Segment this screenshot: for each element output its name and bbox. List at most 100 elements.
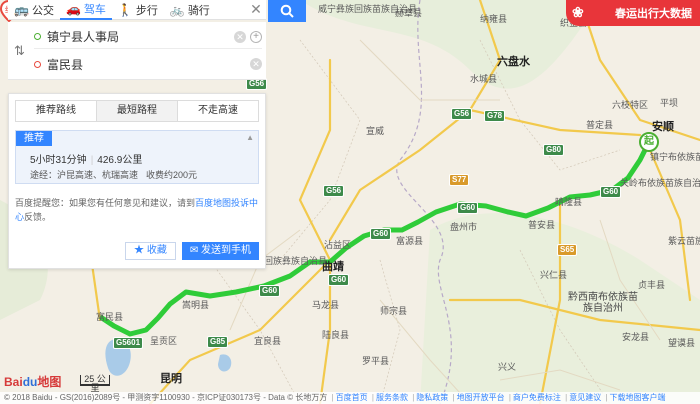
map-place-label[interactable]: 安顺	[652, 122, 674, 133]
panel-actions: ★ 收藏 ✉ 发送到手机	[125, 242, 259, 260]
map-place-label[interactable]: 马龙县	[312, 300, 339, 311]
route-time: 5小时31分钟	[30, 155, 87, 166]
map-place-label[interactable]: 望谟县	[668, 338, 695, 349]
tab-avoid-highway[interactable]: 不走高速	[178, 101, 258, 121]
start-field[interactable]: 镇宁县人事局 ✕ +	[34, 25, 262, 49]
search-icon	[280, 4, 294, 18]
swap-icon[interactable]: ⇅	[14, 43, 25, 59]
map-place-label[interactable]: 陆良县	[322, 330, 349, 341]
car-icon: 🚗	[65, 1, 81, 16]
end-field-value: 富民县	[47, 57, 84, 72]
map-place-label[interactable]: 普安县	[528, 220, 555, 231]
divider: |	[412, 393, 415, 402]
road-shield: G60	[328, 274, 350, 286]
map-place-label[interactable]: 平坝	[660, 98, 678, 109]
tab-recommended[interactable]: 推荐路线	[16, 101, 97, 121]
star-icon: ★	[134, 245, 145, 256]
start-field-value: 镇宁县人事局	[47, 30, 120, 44]
map-place-label[interactable]: 宜良县	[254, 336, 281, 347]
map-place-label[interactable]: 呈贡区	[150, 336, 177, 347]
collapse-arrow-icon[interactable]: ▲	[246, 133, 254, 142]
bus-icon: 🚌	[14, 2, 29, 17]
copyright-footer: © 2018 Baidu - GS(2016)2089号 - 甲测资字11009…	[0, 392, 700, 404]
end-dot-icon	[34, 60, 41, 68]
footer-link-privacy[interactable]: 隐私政策	[416, 393, 448, 402]
mode-bike[interactable]: 🚲 骑行	[164, 0, 216, 20]
footer-link-terms[interactable]: 服务条款	[376, 393, 408, 402]
walk-icon: 🚶	[117, 2, 133, 17]
divider: |	[452, 393, 455, 402]
route-summary: 5小时31分钟 | 426.9公里	[30, 151, 142, 166]
mode-car-label: 驾车	[83, 3, 106, 16]
footer-link-open-platform[interactable]: 地图开放平台	[457, 393, 505, 402]
map-place-label[interactable]: 兴仁县	[540, 270, 567, 281]
footer-link-home[interactable]: 百度首页	[336, 393, 368, 402]
map-place-label[interactable]: 六盘水	[497, 57, 530, 68]
map-place-label[interactable]: 紫云苗族布依族自治县	[668, 236, 700, 247]
road-shield: G60	[600, 186, 622, 198]
road-shield: G56	[323, 185, 345, 197]
tip-prefix: 百度提醒您：如果您有任何意见和建议，请到	[15, 198, 196, 208]
map-place-label[interactable]: 普定县	[586, 120, 613, 131]
map-place-label[interactable]: 黔西南布依族苗族自治州	[567, 292, 639, 314]
map-place-label[interactable]: 嵩明县	[182, 300, 209, 311]
route-option-card[interactable]: 推荐 ▲ 5小时31分钟 | 426.9公里 途经：沪昆高速、杭瑞高速 收费约200元	[15, 130, 259, 184]
map-place-label[interactable]: 富源县	[396, 236, 423, 247]
road-shield: G60	[370, 228, 392, 240]
close-icon[interactable]: ✕	[246, 1, 266, 18]
divider: |	[605, 393, 608, 402]
favorite-button-label: 收藏	[146, 245, 167, 256]
tab-shortest[interactable]: 最短路程	[97, 101, 178, 121]
mode-walk[interactable]: 🚶 步行	[112, 0, 164, 20]
route-start-marker[interactable]: 起	[639, 132, 659, 152]
favorite-button[interactable]: ★ 收藏	[125, 242, 176, 260]
transport-mode-bar: 🚌 公交 🚗 驾车 🚶 步行 🚲 骑行 ✕	[8, 0, 266, 20]
map-place-label[interactable]: 镇宁布依族苗族自治县	[650, 152, 700, 163]
map-place-label[interactable]: 兴义	[498, 362, 516, 373]
search-button[interactable]	[268, 0, 306, 22]
end-field[interactable]: 富民县 ✕	[34, 52, 262, 76]
send-icon: ✉	[189, 245, 199, 256]
map-place-label[interactable]: 水城县	[470, 74, 497, 85]
map-place-label[interactable]: 盘州市	[450, 222, 477, 233]
map-place-label[interactable]: 纳雍县	[480, 14, 507, 25]
map-place-label[interactable]: 六枝特区	[612, 100, 648, 111]
scale-bar: 25 公里	[80, 375, 110, 393]
map-place-label[interactable]: 沾益区	[324, 240, 351, 251]
add-waypoint-icon[interactable]: +	[250, 30, 262, 43]
logo-text-bai: Bai	[4, 375, 23, 389]
mode-walk-label: 步行	[135, 4, 158, 17]
copyright-text: © 2018 Baidu - GS(2016)2089号 - 甲测资字11009…	[4, 393, 328, 402]
mode-bus[interactable]: 🚌 公交	[8, 0, 60, 20]
footer-link-merchant[interactable]: 商户免费标注	[513, 393, 561, 402]
map-place-label[interactable]: 罗平县	[362, 356, 389, 367]
mode-car[interactable]: 🚗 驾车	[59, 0, 112, 20]
route-distance: 426.9公里	[97, 155, 143, 166]
send-to-phone-button[interactable]: ✉ 发送到手机	[181, 242, 259, 260]
divider: |	[331, 393, 334, 402]
road-shield: G80	[543, 144, 565, 156]
route-via-line: 途经：沪昆高速、杭瑞高速 收费约200元	[30, 168, 197, 181]
divider: |	[508, 393, 511, 402]
map-place-label[interactable]: 关岭布依族苗族自治县	[620, 178, 700, 189]
map-place-label[interactable]: 赫章县	[395, 8, 422, 19]
map-place-label[interactable]: 宣威	[366, 126, 384, 137]
banner-label: 春运出行大数据	[615, 8, 692, 20]
road-shield: G60	[457, 202, 479, 214]
bike-icon: 🚲	[169, 2, 185, 17]
map-place-label[interactable]: 安龙县	[622, 332, 649, 343]
map-place-label[interactable]: 师宗县	[380, 306, 407, 317]
footer-link-feedback[interactable]: 意见建议	[569, 393, 601, 402]
road-shield: G60	[259, 285, 281, 297]
map-place-label[interactable]: 昆明	[160, 374, 182, 385]
footer-link-download[interactable]: 下载地图客户端	[610, 393, 666, 402]
map-place-label[interactable]: 贞丰县	[638, 280, 665, 291]
start-dot-icon	[34, 33, 41, 40]
spring-travel-banner[interactable]: ❀ 春运出行大数据	[566, 0, 700, 26]
lantern-icon: ❀	[572, 4, 584, 20]
map-place-label[interactable]: 富民县	[96, 312, 123, 323]
clear-start-icon[interactable]: ✕	[234, 30, 246, 43]
clear-end-icon[interactable]: ✕	[250, 58, 262, 70]
map-place-label[interactable]: 晴隆县	[555, 197, 582, 208]
road-shield: G5601	[113, 337, 144, 349]
